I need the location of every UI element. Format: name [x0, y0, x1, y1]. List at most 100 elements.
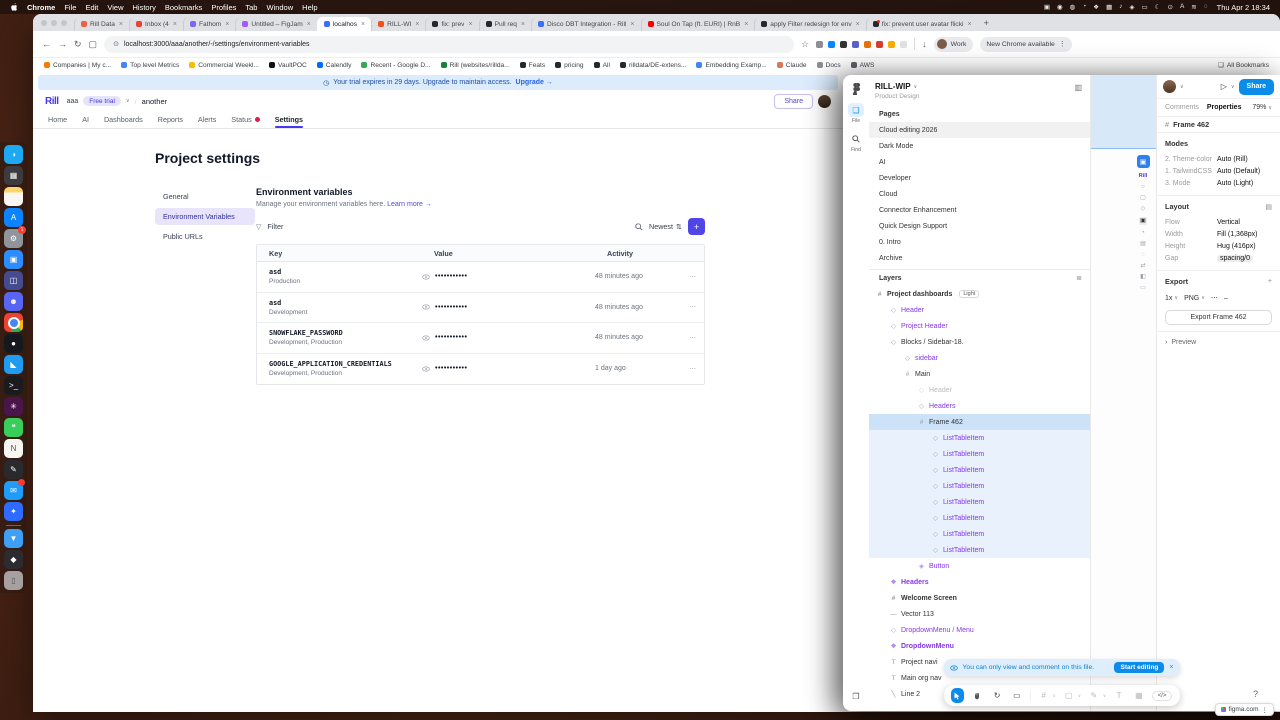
page-item[interactable]: Cloud [869, 186, 1090, 202]
layer-row-DropdownMenu[interactable]: ❖ DropdownMenu [869, 638, 1090, 654]
layer-row-Welcome Screen[interactable]: # Welcome Screen [869, 590, 1090, 606]
filter-button[interactable]: Filter [267, 222, 283, 231]
layer-row-ListTableItem[interactable]: ◇ ListTableItem [869, 462, 1090, 478]
extension-icon[interactable] [888, 40, 896, 48]
bookmark-item[interactable]: AWS [850, 62, 874, 69]
extension-icon[interactable] [864, 40, 872, 48]
dock-item-zoom[interactable]: ▣ [4, 250, 23, 269]
zoom-level[interactable]: 79% ∨ [1252, 104, 1272, 111]
dock-item-discord[interactable]: ☻ [4, 292, 23, 311]
tab-comments[interactable]: Comments [1165, 104, 1199, 111]
page-item[interactable]: Connector Enhancement [869, 202, 1090, 218]
export-scale-select[interactable]: 1x ∨ [1165, 295, 1178, 302]
status-icon[interactable]: ♪ [1119, 3, 1122, 11]
site-info-icon[interactable]: ⊙ [113, 40, 119, 48]
rill-logo[interactable]: Rill [45, 96, 59, 107]
status-icon[interactable]: ◈ [1130, 3, 1135, 11]
layer-row-ListTableItem[interactable]: ◇ ListTableItem [869, 430, 1090, 446]
layer-row-sidebar[interactable]: ◇ sidebar [869, 350, 1090, 366]
close-icon[interactable]: × [1169, 664, 1173, 671]
collaborator-avatar[interactable] [1163, 80, 1176, 93]
browser-tab[interactable]: localhos × [316, 17, 372, 31]
tab-close-icon[interactable]: × [415, 21, 419, 28]
extension-icon[interactable] [852, 40, 860, 48]
dock-item-launchpad[interactable]: ▦ [4, 166, 23, 185]
project-nav-tab[interactable]: Reports [158, 115, 183, 128]
layer-row-ListTableItem[interactable]: ◇ ListTableItem [869, 446, 1090, 462]
browser-tab[interactable]: RILL-WI × [371, 17, 425, 31]
layer-row-Main[interactable]: # Main [869, 366, 1090, 382]
project-name[interactable]: another [142, 97, 167, 106]
pages-label[interactable]: Pages [869, 105, 1090, 122]
dock-item-trash[interactable]: ▯ [4, 571, 23, 590]
eye-icon[interactable] [422, 303, 430, 311]
browser-tab[interactable]: fix: prevent user avatar flicki × [865, 17, 978, 31]
dock-item-notes[interactable] [4, 187, 23, 206]
dock-item-design-app[interactable]: ✎ [4, 460, 23, 479]
tab-close-icon[interactable]: × [744, 21, 748, 28]
layer-row-ListTableItem[interactable]: ◇ ListTableItem [869, 494, 1090, 510]
chevron-down-icon[interactable]: ∨ [126, 98, 130, 104]
export-frame-button[interactable]: Export Frame 462 [1165, 310, 1272, 325]
layer-row-Vector 113[interactable]: — Vector 113 [869, 606, 1090, 622]
browser-tab[interactable]: Soul On Tap (ft. EURI) | RnB × [640, 17, 755, 31]
settings-nav-item[interactable]: Public URLs [155, 228, 255, 245]
dock-item-app-store[interactable]: A [4, 208, 23, 227]
site-badge[interactable]: figma.com ⋮ [1214, 703, 1274, 716]
menu-clock[interactable]: Thu Apr 2 18:34 [1217, 3, 1270, 12]
layer-row-Project dashboards[interactable]: # Project dashboards Light [869, 286, 1090, 302]
menu-item[interactable]: Edit [85, 3, 98, 12]
bookmark-star-icon[interactable]: ☆ [801, 39, 809, 50]
page-item[interactable]: Cloud editing 2026 [869, 122, 1090, 138]
menu-item[interactable]: Help [302, 3, 317, 12]
bookmark-item[interactable]: All [593, 62, 610, 69]
rail-file-tab[interactable]: ❏ File [848, 103, 864, 124]
browser-tab[interactable]: Rill Data × [74, 17, 129, 31]
menu-item[interactable]: Bookmarks [165, 3, 203, 12]
apple-menu-icon[interactable] [10, 2, 18, 12]
status-icon[interactable]: ☾ [1155, 3, 1161, 11]
panel-toggle-icon[interactable]: ▥ [1074, 83, 1082, 92]
tab-close-icon[interactable]: × [173, 21, 177, 28]
browser-tab[interactable]: Inbox (4 × [129, 17, 183, 31]
layer-row-Project Header[interactable]: ◇ Project Header [869, 318, 1090, 334]
frame-tool[interactable]: # [1037, 688, 1051, 703]
start-editing-button[interactable]: Start editing [1114, 662, 1165, 673]
page-item[interactable]: 0. Intro [869, 234, 1090, 250]
settings-nav-item[interactable]: Environment Variables [155, 208, 255, 225]
back-icon[interactable]: ← [42, 39, 51, 49]
dock-item-downloads-folder[interactable]: ▼ [4, 525, 23, 548]
export-more-icon[interactable]: ⋯ [1211, 294, 1218, 302]
tab-close-icon[interactable]: × [521, 21, 525, 28]
add-variable-button[interactable]: + [688, 218, 705, 235]
status-icon[interactable]: ◌ [1204, 3, 1208, 11]
browser-tab[interactable]: Fathom × [182, 17, 235, 31]
shape-tool[interactable]: ▢ [1062, 688, 1076, 703]
tab-close-icon[interactable]: × [119, 21, 123, 28]
env-var-row[interactable]: SNOWFLAKE_PASSWORD Development, Producti… [257, 323, 704, 354]
menu-dots-icon[interactable]: ⋮ [1262, 706, 1269, 714]
menu-item[interactable]: History [133, 3, 156, 12]
tab-close-icon[interactable]: × [225, 21, 229, 28]
layer-row-Header[interactable]: ◇ Header [869, 382, 1090, 398]
bookmark-item[interactable]: Companies | My c... [44, 62, 111, 69]
page-item[interactable]: Developer [869, 170, 1090, 186]
chevron-down-icon[interactable]: ∨ [1078, 693, 1081, 699]
hand-tool[interactable] [970, 688, 984, 703]
bookmark-item[interactable]: Feats [519, 62, 545, 69]
env-var-row[interactable]: asd Development ••••••••••• 48 minutes a… [257, 293, 706, 323]
status-icon[interactable]: ▣ [1044, 3, 1050, 11]
dock-item-messages[interactable]: ❝ [4, 418, 23, 437]
layer-row-DropdownMenu / Menu[interactable]: ◇ DropdownMenu / Menu [869, 622, 1090, 638]
layers-list-icon[interactable]: ≣ [1076, 274, 1082, 282]
row-menu-icon[interactable]: ⋯ [689, 303, 706, 311]
eye-icon[interactable] [422, 365, 430, 373]
layer-row-ListTableItem[interactable]: ◇ ListTableItem [869, 478, 1090, 494]
address-bar[interactable]: ⊙ localhost:3000/aaa/another/-/settings/… [104, 35, 795, 53]
upgrade-link[interactable]: Upgrade → [516, 79, 553, 86]
layer-row-ListTableItem[interactable]: ◇ ListTableItem [869, 526, 1090, 542]
status-icon[interactable]: ◍ [1070, 3, 1076, 11]
page-item[interactable]: Archive [869, 250, 1090, 266]
layer-row-Headers[interactable]: ❖ Headers [869, 574, 1090, 590]
download-icon[interactable]: ↓ [922, 39, 927, 49]
